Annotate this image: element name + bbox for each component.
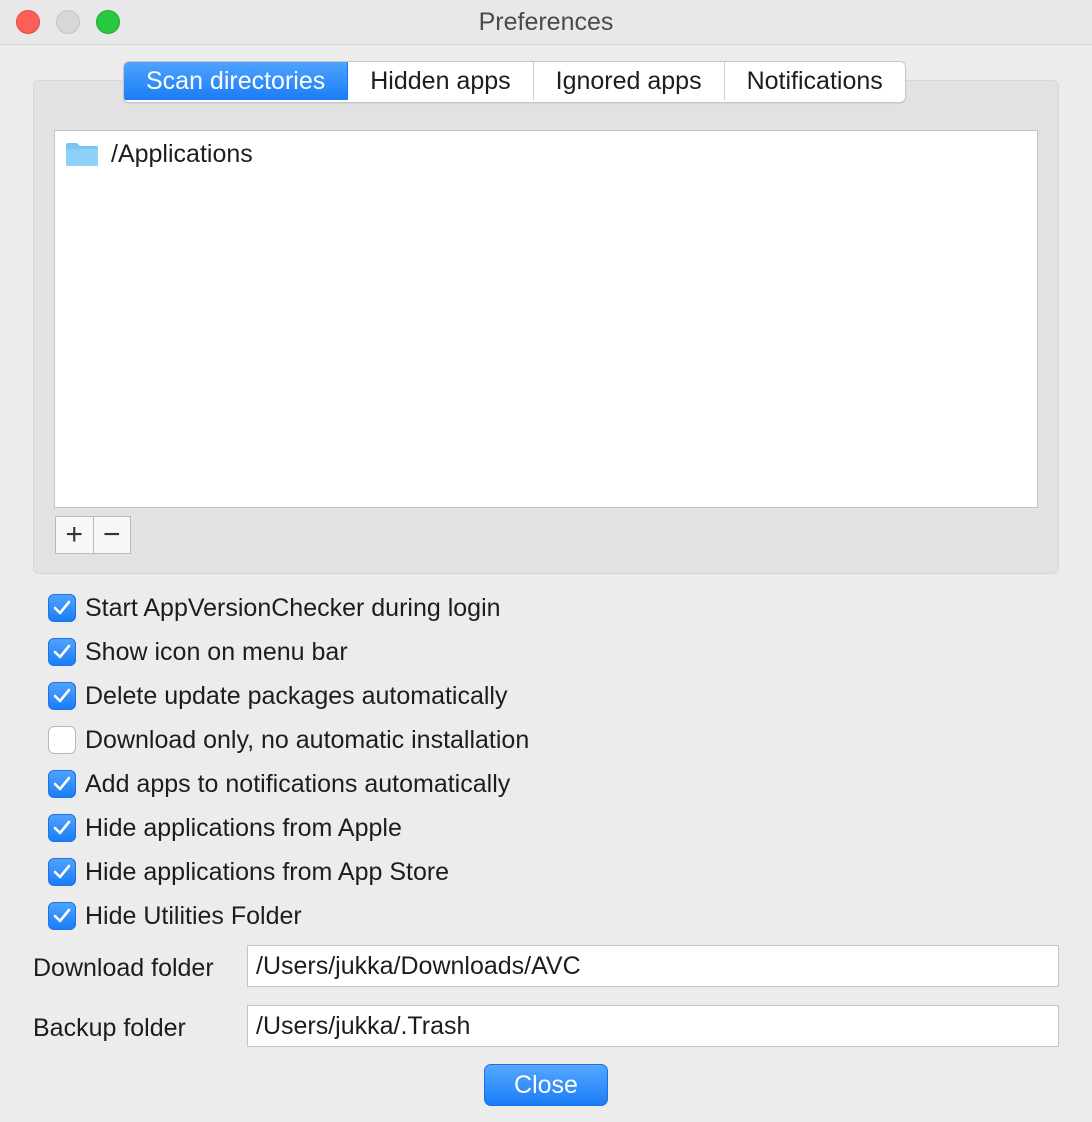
option-hide-apple-apps[interactable]: Hide applications from Apple xyxy=(48,808,402,848)
window-title: Preferences xyxy=(478,8,614,36)
checkbox-checked[interactable] xyxy=(48,814,76,842)
option-download-only[interactable]: Download only, no automatic installation xyxy=(48,720,529,760)
remove-directory-button[interactable]: − xyxy=(93,517,130,553)
option-hide-utilities[interactable]: Hide Utilities Folder xyxy=(48,896,302,936)
tab-notifications[interactable]: Notifications xyxy=(724,62,905,100)
close-button[interactable]: Close xyxy=(484,1064,608,1106)
checkbox-checked[interactable] xyxy=(48,594,76,622)
option-label: Download only, no automatic installation xyxy=(85,725,530,754)
option-show-menu-bar-icon[interactable]: Show icon on menu bar xyxy=(48,632,348,672)
checkbox-checked[interactable] xyxy=(48,682,76,710)
download-folder-label: Download folder xyxy=(33,954,214,982)
option-label: Delete update packages automatically xyxy=(85,681,508,710)
tab-ignored-apps[interactable]: Ignored apps xyxy=(533,62,725,100)
option-start-at-login[interactable]: Start AppVersionChecker during login xyxy=(48,588,501,628)
option-label: Add apps to notifications automatically xyxy=(85,769,511,798)
checkbox-checked[interactable] xyxy=(48,858,76,886)
title-bar: Preferences xyxy=(0,0,1092,45)
option-delete-packages[interactable]: Delete update packages automatically xyxy=(48,676,508,716)
add-directory-button[interactable]: + xyxy=(56,517,94,553)
option-label: Hide Utilities Folder xyxy=(85,901,302,930)
checkbox-checked[interactable] xyxy=(48,638,76,666)
option-hide-app-store-apps[interactable]: Hide applications from App Store xyxy=(48,852,449,892)
option-label: Show icon on menu bar xyxy=(85,637,348,666)
list-item[interactable]: /Applications xyxy=(65,139,253,169)
option-label: Hide applications from Apple xyxy=(85,813,402,842)
scan-directories-list[interactable]: /Applications xyxy=(54,130,1038,508)
download-folder-field[interactable] xyxy=(247,945,1059,987)
tab-hidden-apps[interactable]: Hidden apps xyxy=(348,62,534,100)
option-label: Hide applications from App Store xyxy=(85,857,450,886)
backup-folder-label: Backup folder xyxy=(33,1014,186,1042)
backup-folder-field[interactable] xyxy=(247,1005,1059,1047)
folder-icon xyxy=(65,141,99,167)
tab-bar: Scan directories Hidden apps Ignored app… xyxy=(123,61,906,103)
directory-path: /Applications xyxy=(111,139,253,168)
add-remove-control: + − xyxy=(55,516,131,554)
checkbox-checked[interactable] xyxy=(48,902,76,930)
checkbox-unchecked[interactable] xyxy=(48,726,76,754)
option-add-to-notifications[interactable]: Add apps to notifications automatically xyxy=(48,764,510,804)
checkbox-checked[interactable] xyxy=(48,770,76,798)
option-label: Start AppVersionChecker during login xyxy=(85,593,501,622)
tab-scan-directories[interactable]: Scan directories xyxy=(124,62,349,100)
preferences-window: Preferences Scan directories Hidden apps… xyxy=(0,0,1092,1122)
